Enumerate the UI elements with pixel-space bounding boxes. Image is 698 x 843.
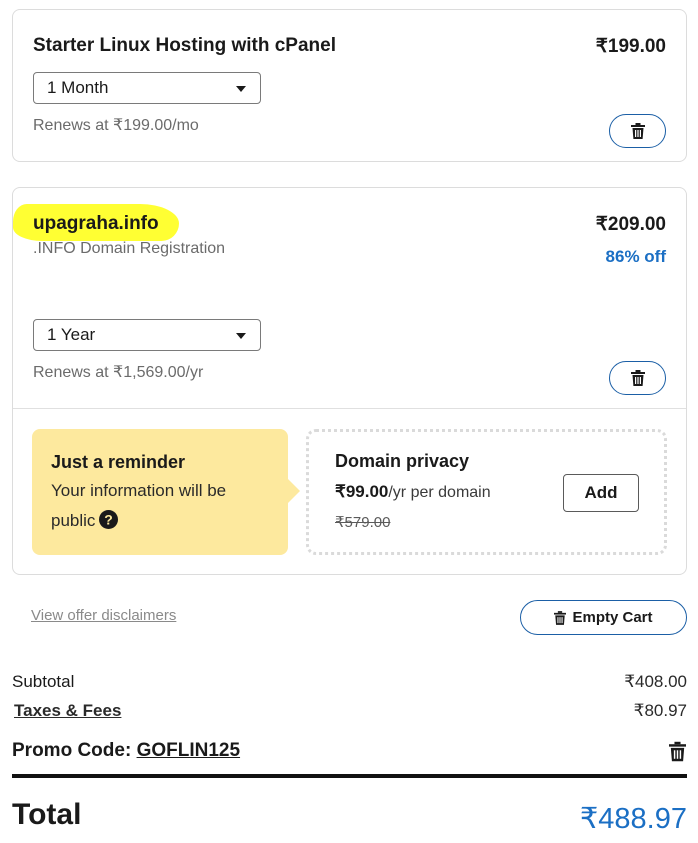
domain-term-select[interactable]: 1 Year: [33, 319, 261, 351]
remove-promo-button[interactable]: [669, 741, 686, 767]
empty-cart-label: Empty Cart: [572, 609, 653, 626]
privacy-price-suffix: /yr per domain: [388, 484, 491, 501]
trash-icon: [554, 610, 567, 625]
trash-icon: [630, 370, 645, 386]
total-value: ₹488.97: [579, 803, 687, 835]
taxes-fees-link[interactable]: Taxes & Fees: [14, 701, 121, 721]
privacy-price-amount: ₹99.00: [335, 482, 389, 501]
trash-icon: [630, 123, 645, 139]
promo-code-value: GOFLIN125: [136, 740, 241, 761]
caret-down-icon: [236, 333, 246, 339]
privacy-reminder: Just a reminder Your information will be…: [32, 429, 300, 555]
domain-privacy-offer: Domain privacy ₹99.00/yr per domain ₹579…: [306, 429, 667, 555]
promo-code-row: Promo Code: GOFLIN125: [12, 740, 240, 762]
promo-label: Promo Code:: [12, 740, 132, 761]
domain-price: ₹209.00: [595, 214, 666, 235]
remove-domain-button[interactable]: [609, 361, 666, 395]
hosting-term-value: 1 Month: [47, 78, 109, 97]
privacy-old-price: ₹579.00: [335, 514, 391, 531]
caret-down-icon: [236, 86, 246, 92]
subtotal-value: ₹408.00: [624, 672, 687, 691]
domain-cart-item: upagraha.info ₹209.00 .INFO Domain Regis…: [12, 187, 687, 575]
domain-discount: 86% off: [605, 247, 666, 266]
empty-cart-button[interactable]: Empty Cart: [520, 600, 687, 635]
reminder-text: Your information will be public?: [51, 476, 261, 536]
privacy-title: Domain privacy: [335, 451, 470, 471]
hosting-renews: Renews at ₹199.00/mo: [33, 117, 199, 134]
hosting-price: ₹199.00: [595, 36, 666, 57]
view-disclaimers-link[interactable]: View offer disclaimers: [31, 607, 176, 624]
hosting-term-select[interactable]: 1 Month: [33, 72, 261, 104]
reminder-text-label: Your information will be public: [51, 481, 227, 530]
trash-icon: [669, 741, 686, 762]
domain-renews: Renews at ₹1,569.00/yr: [33, 364, 204, 381]
remove-hosting-button[interactable]: [609, 114, 666, 148]
domain-name: upagraha.info: [33, 213, 159, 234]
taxes-value: ₹80.97: [633, 701, 687, 720]
domain-term-value: 1 Year: [47, 325, 96, 344]
svg-text:?: ?: [105, 512, 114, 528]
privacy-price: ₹99.00/yr per domain: [335, 482, 491, 502]
domain-description: .INFO Domain Registration: [33, 240, 226, 257]
section-divider: [13, 408, 686, 409]
hosting-title: Starter Linux Hosting with cPanel: [33, 35, 336, 56]
subtotal-label: Subtotal: [12, 672, 75, 691]
question-circle-icon[interactable]: ?: [99, 510, 119, 529]
hosting-cart-item: Starter Linux Hosting with cPanel ₹199.0…: [12, 9, 687, 162]
total-divider: [12, 774, 687, 778]
add-privacy-button[interactable]: Add: [563, 474, 639, 512]
reminder-title: Just a reminder: [51, 452, 186, 472]
total-label: Total: [12, 798, 82, 831]
